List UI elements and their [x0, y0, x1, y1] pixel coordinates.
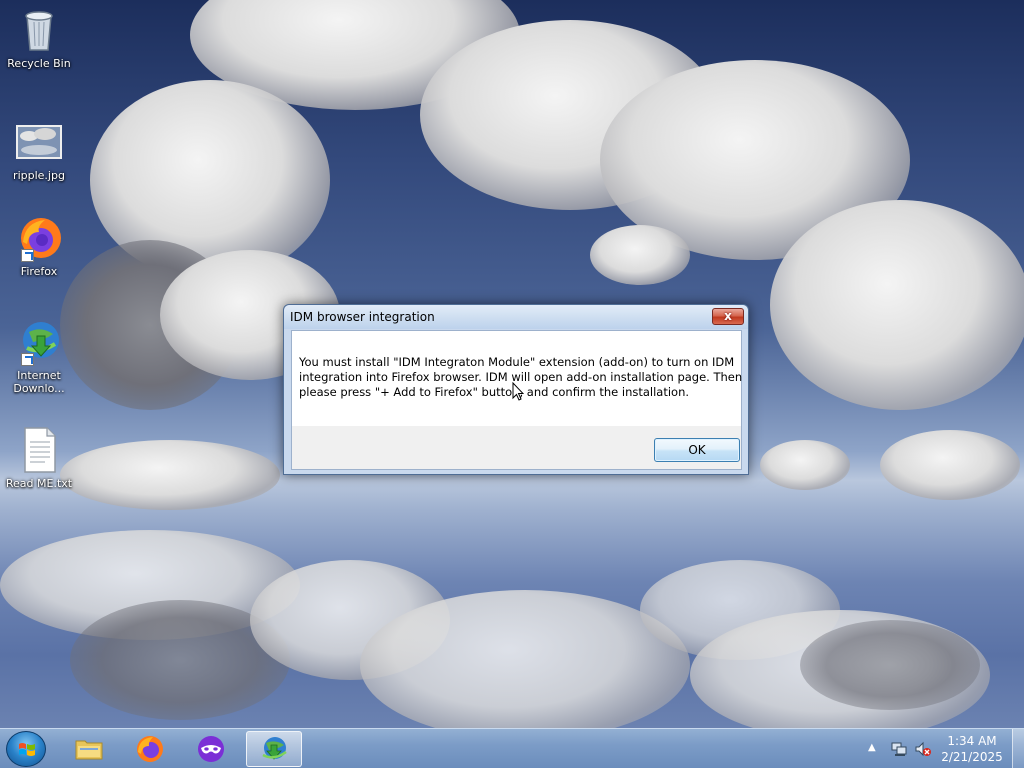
desktop-icon-label: Firefox [20, 265, 58, 278]
desktop-icon-internet-download-manager[interactable]: Internet Downlo... [4, 318, 74, 395]
close-button[interactable]: x [712, 308, 744, 325]
shortcut-arrow-icon [21, 249, 34, 262]
desktop-icon-label: Internet Downlo... [13, 369, 65, 395]
desktop-icon-read-me-txt[interactable]: Read ME.txt [4, 426, 74, 490]
message-line: You must install "IDM Integraton Module"… [299, 355, 735, 369]
image-file-icon [15, 118, 63, 166]
message-area: You must install "IDM Integraton Module"… [292, 331, 742, 426]
firefox-icon [137, 736, 163, 762]
dialog-titlebar[interactable]: IDM browser integration x [284, 305, 748, 329]
taskbar-item-file-explorer[interactable] [62, 731, 118, 767]
clock-date: 2/21/2025 [941, 750, 1003, 764]
firefox-icon [15, 214, 63, 262]
desktop-icon-label: ripple.jpg [13, 169, 65, 182]
idm-icon [15, 318, 63, 366]
dialog-title: IDM browser integration [290, 310, 435, 324]
network-icon[interactable] [890, 740, 908, 758]
desktop-icon-label: Recycle Bin [7, 57, 71, 70]
mouse-cursor-icon [512, 382, 524, 401]
windows-logo-icon [19, 743, 35, 756]
desktop-icon-firefox[interactable]: Firefox [4, 214, 74, 278]
shortcut-arrow-icon [21, 353, 34, 366]
system-clock[interactable]: 1:34 AM 2/21/2025 [932, 733, 1012, 765]
show-desktop-button[interactable] [1012, 729, 1024, 768]
idm-icon [262, 737, 287, 760]
desktop-icon-ripple-jpg[interactable]: ripple.jpg [4, 118, 74, 182]
show-hidden-icons-button[interactable]: ▲ [868, 742, 876, 753]
desktop-icon-recycle-bin[interactable]: Recycle Bin [4, 6, 74, 70]
desktop-icon-label: Read ME.txt [5, 477, 73, 490]
taskbar-item-firefox-private[interactable] [184, 731, 240, 767]
clock-time: 1:34 AM [947, 734, 997, 748]
close-icon: x [724, 309, 732, 323]
recycle-bin-icon [15, 6, 63, 54]
private-browsing-icon [198, 736, 224, 762]
text-file-icon [15, 426, 63, 474]
ok-button[interactable]: OK [654, 438, 740, 462]
taskbar-item-firefox[interactable] [123, 731, 179, 767]
start-button[interactable] [6, 731, 46, 767]
volume-muted-icon[interactable] [914, 740, 932, 758]
folder-icon [75, 740, 103, 760]
taskbar-item-internet-download-manager[interactable] [246, 731, 302, 767]
taskbar: ▲ 1:34 AM 2/21/2025 [0, 728, 1024, 768]
